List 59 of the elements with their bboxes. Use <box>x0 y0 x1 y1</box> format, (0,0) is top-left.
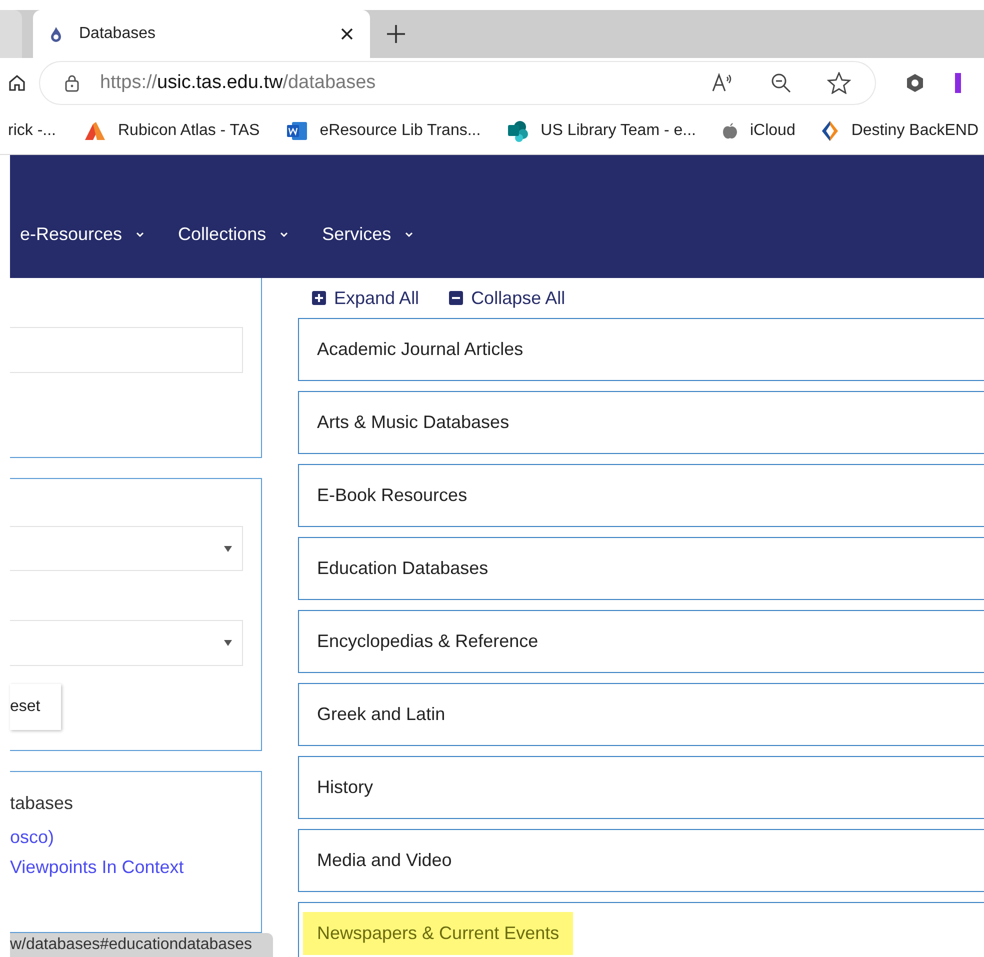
bookmark-link[interactable]: iCloud <box>722 119 796 143</box>
database-link[interactable]: osco) <box>10 826 54 848</box>
bookmark-link[interactable]: rick -... <box>8 119 56 143</box>
accordion-item[interactable]: Arts & Music Databases <box>298 391 984 454</box>
accordion-item[interactable]: Newspapers & Current Events <box>298 902 984 957</box>
section-title: Arts & Music Databases <box>317 411 510 434</box>
new-tab-icon[interactable] <box>386 24 406 44</box>
bookmark-link[interactable]: US Library Team - e... <box>506 119 696 143</box>
atlas-icon <box>84 121 106 141</box>
bookmark-link[interactable]: eResource Lib Trans... <box>286 119 481 143</box>
section-title: Greek and Latin <box>317 703 446 726</box>
document-icon <box>286 121 308 141</box>
select-field[interactable] <box>10 526 243 571</box>
plus-square-icon[interactable] <box>312 291 326 305</box>
star-icon[interactable] <box>827 72 851 94</box>
apple-icon <box>722 122 738 140</box>
section-title: Newspapers & Current Events <box>303 912 574 955</box>
section-title: Academic Journal Articles <box>317 338 524 361</box>
address-bar[interactable]: https://usic.tas.edu.tw/databases <box>40 62 875 104</box>
browser-tab[interactable]: Databases <box>33 10 370 58</box>
circles-icon <box>506 120 529 142</box>
section-title: Education Databases <box>317 557 488 580</box>
accordion-item[interactable]: Greek and Latin <box>298 683 984 746</box>
home-icon[interactable] <box>8 74 26 92</box>
nav-menu-item[interactable]: e-Resources <box>20 221 144 248</box>
accordion-item[interactable]: Media and Video <box>298 829 984 892</box>
section-title: History <box>317 776 374 799</box>
close-icon[interactable] <box>340 27 354 41</box>
section-title: Media and Video <box>317 849 452 872</box>
minus-square-icon[interactable] <box>449 291 464 305</box>
zoom-out-icon[interactable] <box>771 73 791 93</box>
status-bar: w/databases#educationdatabases <box>10 933 273 957</box>
expand-all-link[interactable]: Expand All <box>334 284 420 312</box>
bookmark-link[interactable]: Rubicon Atlas - TAS <box>84 119 260 143</box>
search-field[interactable] <box>10 327 243 373</box>
accordion-item[interactable]: Encyclopedias & Reference <box>298 610 984 673</box>
accordion-item[interactable]: Education Databases <box>298 537 984 600</box>
select-field[interactable] <box>10 620 243 666</box>
accordion-item[interactable]: Academic Journal Articles <box>298 318 984 381</box>
database-link[interactable]: Viewpoints In Context <box>10 856 184 878</box>
dropdown-icon <box>224 640 232 646</box>
chevron-down-icon <box>280 232 288 238</box>
reset-button[interactable]: eset <box>10 684 61 730</box>
accordion-item[interactable]: History <box>298 756 984 819</box>
collapse-all-link[interactable]: Collapse All <box>471 284 566 312</box>
panel-heading: tabases <box>10 792 74 814</box>
section-title: Encyclopedias & Reference <box>317 630 538 653</box>
lock-icon <box>64 74 80 92</box>
accordion-item[interactable]: E-Book Resources <box>298 464 984 527</box>
chevron-down-icon <box>136 232 144 238</box>
dropdown-icon <box>224 546 232 552</box>
bookmark-link[interactable]: Destiny BackEND <box>821 119 978 143</box>
hexagon-icon[interactable] <box>905 73 925 93</box>
nav-menu-item[interactable]: Services <box>322 221 414 248</box>
tab-title: Databases <box>79 24 156 44</box>
url-text: https://usic.tas.edu.tw/databases <box>100 70 377 95</box>
chevron-down-icon <box>405 232 414 238</box>
section-title: E-Book Resources <box>317 484 468 507</box>
nav-menu-item[interactable]: Collections <box>178 221 288 248</box>
